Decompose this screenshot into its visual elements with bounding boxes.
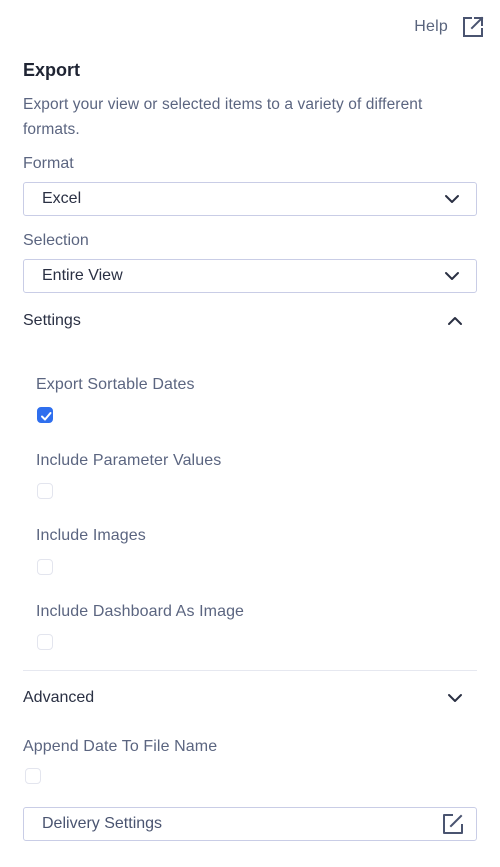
help-link[interactable]: Help bbox=[414, 16, 484, 38]
external-link-icon bbox=[462, 16, 484, 38]
chevron-down-icon bbox=[447, 693, 463, 703]
format-value: Excel bbox=[42, 190, 82, 207]
settings-title: Settings bbox=[23, 312, 81, 329]
export-panel: Help Export Export your view or selected… bbox=[0, 0, 500, 867]
chevron-up-icon bbox=[447, 316, 463, 326]
chevron-down-icon bbox=[444, 271, 460, 281]
option-label-sortable-dates: Export Sortable Dates bbox=[36, 376, 195, 393]
option-label-images: Include Images bbox=[36, 527, 146, 544]
delivery-settings-button[interactable]: Delivery Settings bbox=[23, 807, 477, 841]
selection-value: Entire View bbox=[42, 267, 123, 284]
format-label: Format bbox=[23, 155, 74, 172]
page-title: Export bbox=[23, 60, 81, 80]
checkbox-dashboard-image[interactable] bbox=[37, 634, 53, 650]
export-description: Export your view or selected items to a … bbox=[23, 96, 423, 138]
settings-section-toggle[interactable]: Settings bbox=[23, 312, 477, 330]
checkbox-append-date[interactable] bbox=[25, 768, 41, 784]
option-label-parameter-values: Include Parameter Values bbox=[36, 452, 222, 469]
section-divider bbox=[23, 670, 477, 671]
checkbox-images[interactable] bbox=[37, 559, 53, 575]
selection-label: Selection bbox=[23, 232, 89, 249]
format-select[interactable]: Excel bbox=[23, 182, 477, 216]
option-label-append-date: Append Date To File Name bbox=[23, 738, 218, 755]
delivery-settings-label: Delivery Settings bbox=[42, 815, 163, 832]
selection-select[interactable]: Entire View bbox=[23, 259, 477, 293]
option-label-dashboard-image: Include Dashboard As Image bbox=[36, 603, 245, 620]
advanced-section-toggle[interactable]: Advanced bbox=[23, 689, 477, 707]
chevron-down-icon bbox=[444, 194, 460, 204]
check-icon bbox=[41, 412, 52, 421]
help-label: Help bbox=[414, 18, 448, 35]
checkbox-parameter-values[interactable] bbox=[37, 483, 53, 499]
checkbox-sortable-dates[interactable] bbox=[37, 407, 53, 423]
edit-icon bbox=[442, 813, 464, 835]
advanced-title: Advanced bbox=[23, 689, 95, 706]
